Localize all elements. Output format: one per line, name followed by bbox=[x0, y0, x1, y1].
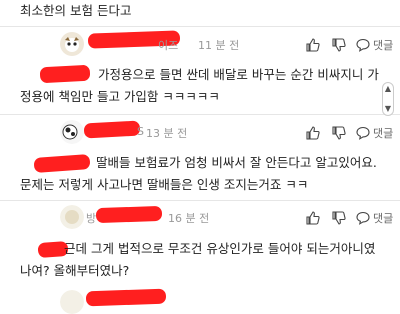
comment-actions: 댓글 bbox=[300, 207, 400, 229]
author-name[interactable]: 이즈 bbox=[158, 37, 178, 53]
thumbs-up-icon bbox=[306, 38, 320, 52]
divider bbox=[0, 200, 400, 201]
comment-text: 근데 그게 법적으로 무조건 유상인가로 들어야 되는거아니였나여? 올해부터였… bbox=[20, 241, 376, 278]
divider bbox=[0, 114, 400, 115]
dislike-button[interactable] bbox=[332, 207, 346, 229]
divider bbox=[0, 26, 400, 27]
reply-label: 댓글 bbox=[373, 39, 394, 52]
comment-actions: 댓글 bbox=[300, 34, 400, 56]
like-button[interactable] bbox=[306, 207, 320, 229]
thumbs-down-icon bbox=[332, 126, 346, 140]
timestamp: 16 분 전 bbox=[168, 212, 210, 225]
redacted-author-name bbox=[83, 120, 141, 139]
speech-bubble-icon bbox=[356, 126, 370, 140]
thumbs-down-icon bbox=[332, 211, 346, 225]
like-button[interactable] bbox=[306, 34, 320, 56]
like-button[interactable] bbox=[306, 122, 320, 144]
reply-button[interactable]: 댓글 bbox=[356, 122, 393, 144]
redacted-author-name bbox=[95, 205, 163, 224]
reply-button[interactable]: 댓글 bbox=[356, 34, 393, 56]
timestamp: 11 분 전 bbox=[198, 39, 240, 52]
thumbs-up-icon bbox=[306, 126, 320, 140]
scroll-control[interactable]: ▲ ▼ bbox=[382, 82, 394, 116]
chevron-down-icon[interactable]: ▼ bbox=[385, 105, 391, 113]
comment-actions: 댓글 bbox=[300, 122, 400, 144]
comment-text: 최소한의 보험 든다고 bbox=[20, 3, 132, 18]
speech-bubble-icon bbox=[356, 38, 370, 52]
chevron-up-icon[interactable]: ▲ bbox=[385, 85, 391, 93]
reply-label: 댓글 bbox=[373, 212, 394, 225]
reply-label: 댓글 bbox=[373, 127, 394, 140]
redacted-author-name bbox=[85, 288, 167, 307]
speech-bubble-icon bbox=[356, 211, 370, 225]
dislike-button[interactable] bbox=[332, 34, 346, 56]
avatar[interactable] bbox=[60, 32, 84, 56]
comment-text: 가정용으로 들면 싼데 배달로 바꾸는 순간 비싸지니 가정용에 책임만 들고 … bbox=[20, 67, 379, 104]
avatar[interactable] bbox=[60, 205, 84, 229]
reply-button[interactable]: 댓글 bbox=[356, 207, 393, 229]
avatar[interactable] bbox=[60, 290, 84, 314]
timestamp: 13 분 전 bbox=[146, 127, 188, 140]
author-name[interactable]: S bbox=[137, 125, 144, 138]
thumbs-up-icon bbox=[306, 211, 320, 225]
avatar[interactable] bbox=[60, 120, 84, 144]
thumbs-down-icon bbox=[332, 38, 346, 52]
author-name[interactable]: 방 bbox=[86, 210, 96, 226]
dislike-button[interactable] bbox=[332, 122, 346, 144]
comment-text: 딸배들 보험료가 엄청 비싸서 잘 안든다고 알고있어요. 문제는 저렇게 사고… bbox=[20, 155, 377, 192]
